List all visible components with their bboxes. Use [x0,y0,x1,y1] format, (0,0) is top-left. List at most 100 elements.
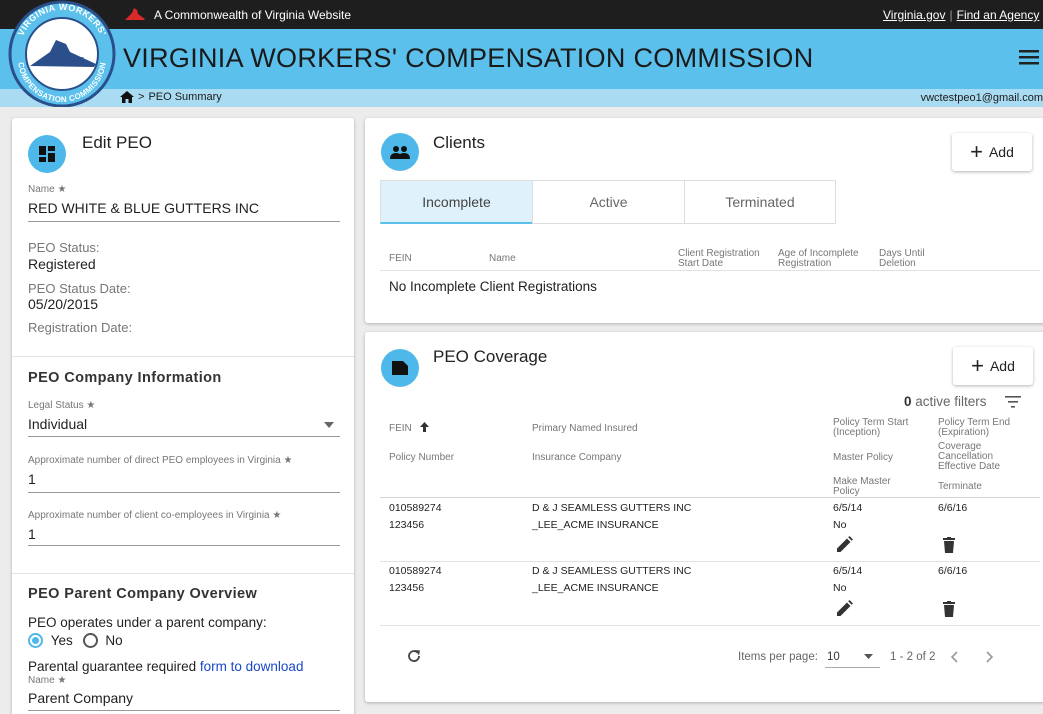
user-email[interactable]: vwctestpeo1@gmail.com [921,92,1043,104]
coverage-card: PEO Coverage + Add 0 active filters FEIN… [365,332,1043,702]
guarantee-line: Parental guarantee required form to down… [28,659,303,674]
active-filters[interactable]: 0 active filters [904,394,987,409]
vwc-seal-logo[interactable]: VIRGINIA WORKERS' COMPENSATION COMMISSIO… [6,0,118,107]
edit-peo-title: Edit PEO [82,133,152,152]
row-fein: 010589274 [389,502,442,514]
client-employees-input[interactable]: 1 [28,526,36,542]
status-date-value: 05/20/2015 [28,296,99,312]
commonwealth-text: A Commonwealth of Virginia Website [154,8,351,22]
people-icon-badge [381,133,419,171]
breadcrumb-bar: > PEO Summary vwctestpeo1@gmail.com [0,89,1043,107]
client-employees-underline [28,545,340,546]
tab-incomplete[interactable]: Incomplete [380,180,532,224]
name-label: Name ★ [28,184,67,195]
direct-employees-input[interactable]: 1 [28,471,36,487]
parent-name-label: Name ★ [28,675,67,686]
coverage-col-fein[interactable]: FEIN [389,424,412,434]
tab-terminated[interactable]: Terminated [684,180,836,224]
items-per-page-label: Items per page: [738,651,818,663]
filter-list-icon[interactable] [1005,396,1021,408]
row-master: No [833,582,847,594]
add-client-label: Add [988,144,1014,160]
yes-radio-label: Yes [50,633,73,648]
breadcrumb-separator: > [138,91,145,103]
coverage-col-insurer: Insurance Company [532,452,622,463]
plus-icon: + [970,139,983,164]
row-divider [380,625,1040,626]
find-agency-link[interactable]: Find an Agency [957,8,1040,22]
document-icon-badge [381,349,419,387]
row-divider [380,561,1040,562]
name-input-underline [28,221,340,222]
edit-pencil-icon[interactable] [837,600,853,616]
virginia-gov-link[interactable]: Virginia.gov [883,8,945,22]
row-fein: 010589274 [389,565,442,577]
coverage-col-make-master: Make Master Policy [833,476,891,497]
row-insurer: _LEE_ACME INSURANCE [532,519,659,531]
tab-active[interactable]: Active [532,180,684,224]
trash-icon[interactable] [943,601,955,617]
row-insured: D & J SEAMLESS GUTTERS INC [532,502,692,514]
breadcrumb-current[interactable]: PEO Summary [148,91,221,103]
edit-peo-card: Edit PEO Name ★ RED WHITE & BLUE GUTTERS… [12,118,354,714]
row-start: 6/5/14 [833,502,863,514]
logo-center-text: VWC [60,55,84,67]
hamburger-menu-icon[interactable] [1019,49,1039,65]
breadcrumb: > PEO Summary [120,91,222,103]
dashboard-icon-badge [28,135,66,173]
coverage-col-term-end: Policy Term End (Expiration) [938,417,1011,438]
status-value: Registered [28,256,96,272]
add-client-button[interactable]: + Add [952,133,1032,171]
top-bar: A Commonwealth of Virginia Website Virgi… [0,0,1043,29]
no-radio-label: No [105,633,123,648]
clients-col-fein: FEIN [389,253,412,264]
direct-employees-underline [28,492,340,493]
legal-status-label: Legal Status ★ [28,400,96,411]
document-icon [392,361,408,375]
row-master: No [833,519,847,531]
yes-radio[interactable] [28,633,43,648]
client-employees-label: Approximate number of client co-employee… [28,510,282,521]
dashboard-icon [39,146,55,162]
trash-icon[interactable] [943,537,955,553]
parent-company-title: PEO Parent Company Overview [28,586,258,602]
parent-company-question: PEO operates under a parent company: [28,615,267,630]
add-coverage-button[interactable]: + Add [953,347,1033,385]
clients-empty-message: No Incomplete Client Registrations [389,279,597,294]
guarantee-text: Parental guarantee required [28,659,197,674]
legal-status-select[interactable]: Individual [28,416,87,432]
refresh-icon[interactable] [406,648,422,664]
parent-name-input[interactable]: Parent Company [28,690,133,706]
coverage-col-term-start: Policy Term Start (Inception) [833,417,909,438]
parent-company-radio-group: Yes No [28,633,123,648]
section-divider [12,573,354,574]
coverage-col-policy-number: Policy Number [389,452,455,463]
virginia-map-icon [125,8,145,20]
clients-title: Clients [433,133,485,152]
clients-card: Clients + Add Incomplete Active Terminat… [365,118,1043,323]
dropdown-arrow-icon[interactable] [324,422,334,428]
chevron-left-icon[interactable] [950,651,958,663]
home-icon[interactable] [120,91,134,103]
top-links: Virginia.gov | Find an Agency [883,8,1040,22]
dropdown-arrow-icon[interactable] [864,654,873,659]
sort-arrow-up-icon[interactable] [420,422,429,432]
row-end: 6/6/16 [938,502,968,514]
row-start: 6/5/14 [833,565,863,577]
coverage-col-terminate: Terminate [938,481,982,492]
page-size-underline [825,667,880,668]
no-radio[interactable] [82,633,98,648]
row-policy: 123456 [389,519,425,531]
active-filters-count: 0 [904,394,912,409]
clients-col-days: Days Until Deletion [879,248,925,269]
edit-pencil-icon[interactable] [837,536,853,552]
parent-name-underline [28,710,340,711]
page-range: 1 - 2 of 2 [890,651,936,663]
status-date-label: PEO Status Date: [28,281,131,296]
chevron-right-icon[interactable] [986,651,994,663]
coverage-header-divider [380,497,1040,498]
page-size-select[interactable]: 10 [827,651,840,663]
name-input[interactable]: RED WHITE & BLUE GUTTERS INC [28,200,259,216]
site-title: VIRGINIA WORKERS' COMPENSATION COMMISSIO… [123,43,814,73]
guarantee-form-link[interactable]: form to download [200,659,304,674]
